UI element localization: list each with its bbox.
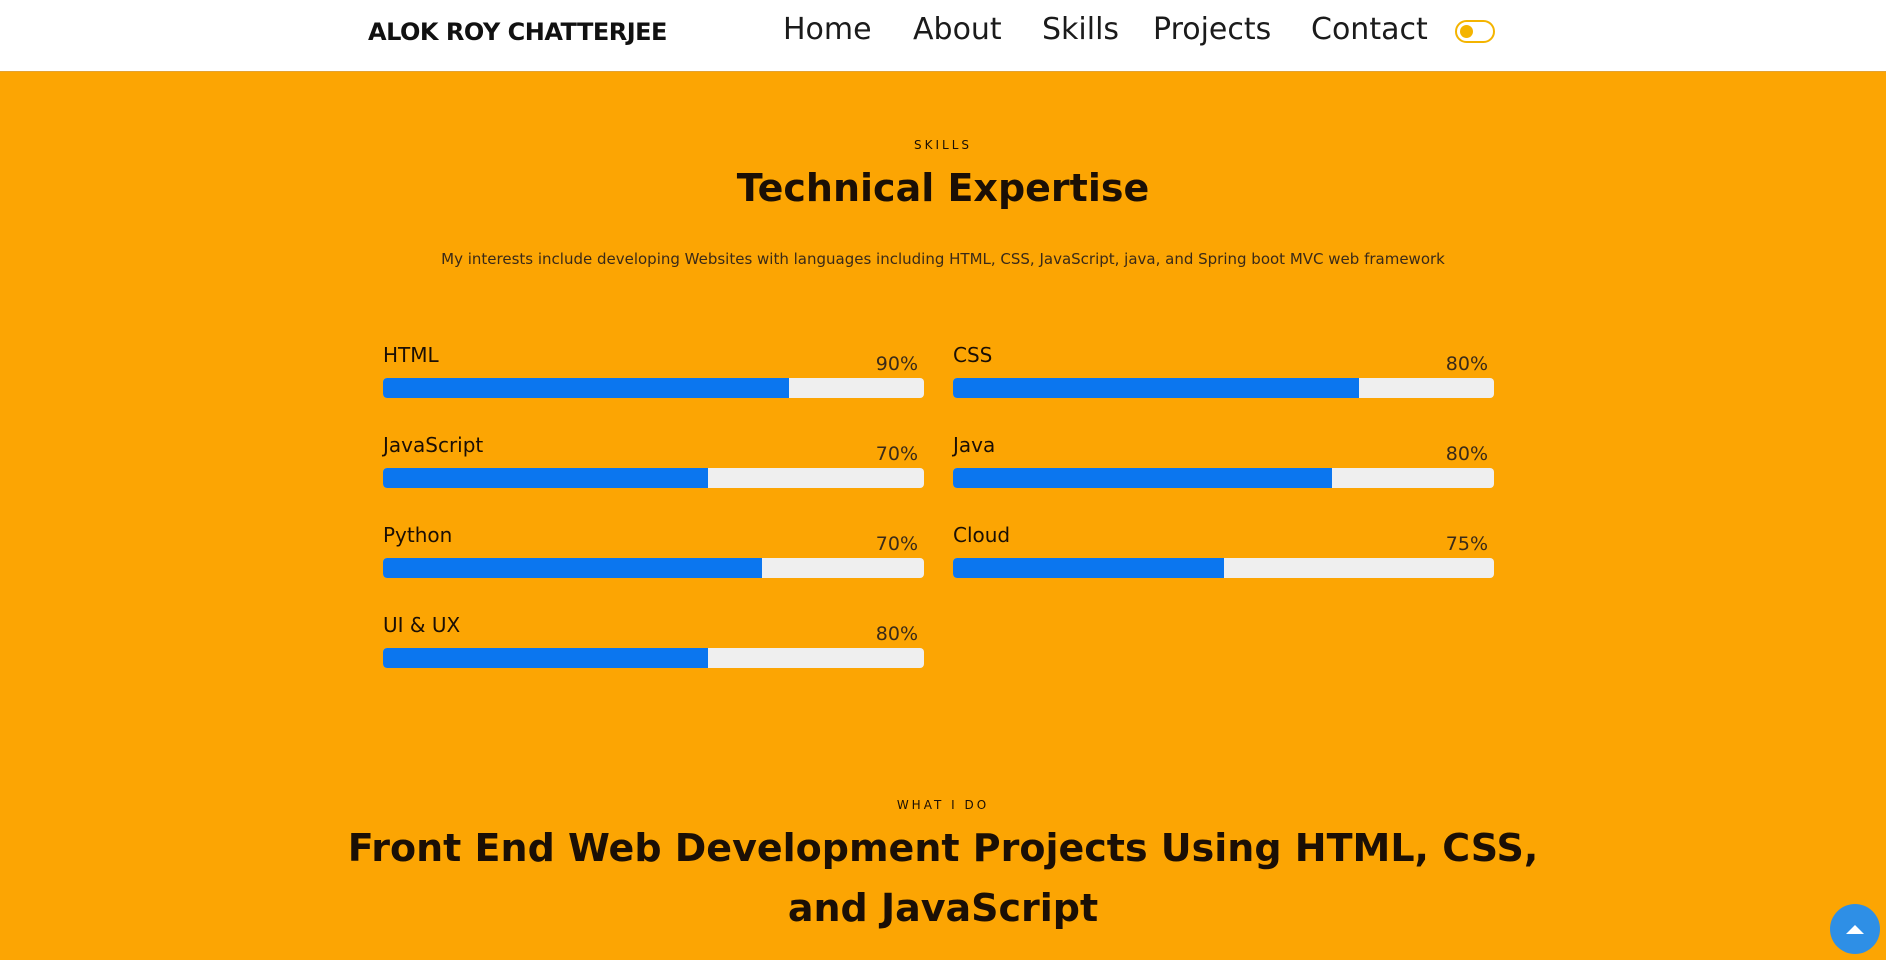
skill-progress-fill: [953, 558, 1224, 578]
skills-description: My interests include developing Websites…: [441, 250, 1445, 268]
what-i-do-title-line1: Front End Web Development Projects Using…: [347, 826, 1539, 870]
nav-home[interactable]: Home: [783, 12, 872, 52]
skill-progress-track: [953, 558, 1494, 578]
skill-percent: 80%: [875, 623, 918, 645]
skill-name: JavaScript: [383, 433, 484, 457]
skill-name: Java: [953, 433, 996, 457]
skill-name: Cloud: [953, 523, 1011, 547]
what-i-do-eyebrow: WHAT I DO: [896, 798, 990, 812]
skill-percent: 70%: [875, 443, 918, 465]
nav-about[interactable]: About: [913, 12, 1002, 52]
arrow-up-icon: [1846, 924, 1864, 934]
nav-skills[interactable]: Skills: [1042, 12, 1119, 52]
skill-progress-fill: [953, 378, 1359, 398]
skill-progress-fill: [383, 378, 789, 398]
skill-html: HTML 90%: [383, 343, 924, 413]
skills-eyebrow: SKILLS: [913, 138, 972, 152]
skill-javascript: JavaScript 70%: [383, 433, 924, 503]
skill-progress-fill: [383, 648, 708, 668]
scroll-to-top-button[interactable]: [1830, 904, 1880, 954]
skill-progress-track: [383, 648, 924, 668]
skill-name: UI & UX: [383, 613, 461, 637]
skill-progress-track: [953, 378, 1494, 398]
skill-progress-track: [383, 468, 924, 488]
skill-progress-fill: [383, 558, 762, 578]
skill-python: Python 70%: [383, 523, 924, 593]
brand-logo[interactable]: ALOK ROY CHATTERJEE: [368, 18, 667, 46]
nav-contact[interactable]: Contact: [1311, 12, 1428, 52]
skill-ui-ux: UI & UX 80%: [383, 613, 924, 683]
skill-java: Java 80%: [953, 433, 1494, 503]
skill-percent: 80%: [1445, 443, 1488, 465]
skill-name: CSS: [953, 343, 993, 367]
skill-progress-track: [383, 378, 924, 398]
skill-cloud: Cloud 75%: [953, 523, 1494, 593]
skill-percent: 70%: [875, 533, 918, 555]
nav-projects[interactable]: Projects: [1153, 12, 1271, 52]
skill-progress-track: [953, 468, 1494, 488]
skill-progress-fill: [383, 468, 708, 488]
toggle-knob: [1460, 25, 1473, 38]
skill-percent: 75%: [1445, 533, 1488, 555]
what-i-do-title-line2: and JavaScript: [787, 886, 1099, 930]
skill-progress-fill: [953, 468, 1332, 488]
skill-percent: 80%: [1445, 353, 1488, 375]
skill-name: HTML: [383, 343, 439, 367]
skill-name: Python: [383, 523, 453, 547]
skill-css: CSS 80%: [953, 343, 1494, 413]
top-navbar: ALOK ROY CHATTERJEE Home About Skills Pr…: [0, 0, 1886, 72]
skill-progress-track: [383, 558, 924, 578]
skills-title: Technical Expertise: [736, 166, 1150, 210]
theme-toggle-icon[interactable]: [1455, 20, 1495, 43]
skill-percent: 90%: [875, 353, 918, 375]
